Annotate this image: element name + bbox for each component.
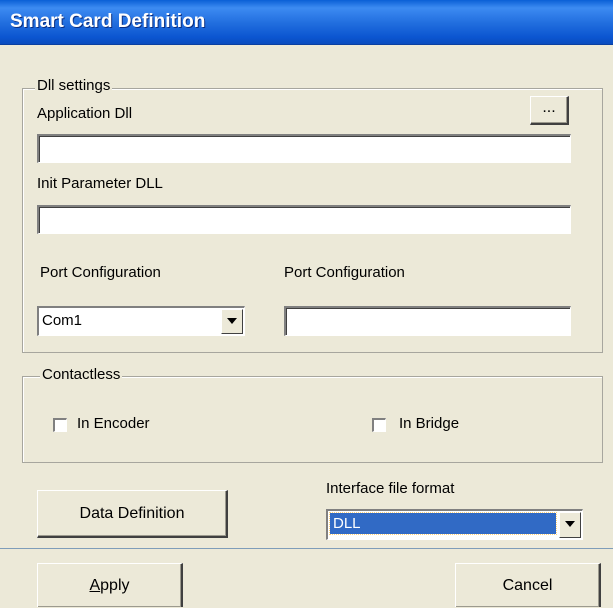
title-bar[interactable]: Smart Card Definition	[0, 0, 613, 45]
application-dll-label: Application Dll	[37, 105, 133, 122]
application-dll-field[interactable]	[37, 134, 571, 163]
port-configuration-selected: Com1	[42, 312, 83, 329]
init-parameter-dll-field[interactable]	[37, 205, 571, 234]
port-configuration-dropdown-button[interactable]	[221, 309, 243, 334]
footer-divider	[0, 548, 613, 549]
interface-file-format-select[interactable]: DLL	[326, 509, 583, 540]
chevron-down-icon	[565, 521, 575, 527]
apply-button[interactable]: Apply	[37, 563, 183, 607]
interface-file-format-selected: DLL	[329, 512, 557, 535]
port-configuration-2-label: Port Configuration	[284, 264, 405, 281]
init-parameter-dll-label: Init Parameter DLL	[37, 175, 163, 192]
interface-file-format-label: Interface file format	[326, 480, 455, 497]
interface-file-format-dropdown-button[interactable]	[559, 512, 581, 538]
in-encoder-checkbox[interactable]	[53, 418, 67, 432]
browse-button[interactable]: ...	[530, 96, 569, 125]
port-configuration-2-field[interactable]	[284, 306, 571, 336]
apply-button-label: Apply	[89, 577, 130, 594]
port-configuration-label: Port Configuration	[40, 264, 161, 281]
in-encoder-label[interactable]: In Encoder	[77, 415, 150, 432]
data-definition-button-label: Data Definition	[79, 505, 185, 522]
cancel-button[interactable]: Cancel	[455, 563, 601, 607]
dll-settings-group-label: Dll settings	[35, 77, 113, 94]
window-title: Smart Card Definition	[10, 11, 206, 32]
in-bridge-label[interactable]: In Bridge	[399, 415, 459, 432]
browse-button-label: ...	[542, 99, 556, 116]
contactless-group-label: Contactless	[40, 366, 123, 383]
chevron-down-icon	[227, 318, 237, 324]
cancel-button-label: Cancel	[502, 577, 553, 594]
in-bridge-checkbox[interactable]	[372, 418, 386, 432]
port-configuration-select[interactable]: Com1	[37, 306, 245, 336]
data-definition-button[interactable]: Data Definition	[37, 490, 228, 538]
